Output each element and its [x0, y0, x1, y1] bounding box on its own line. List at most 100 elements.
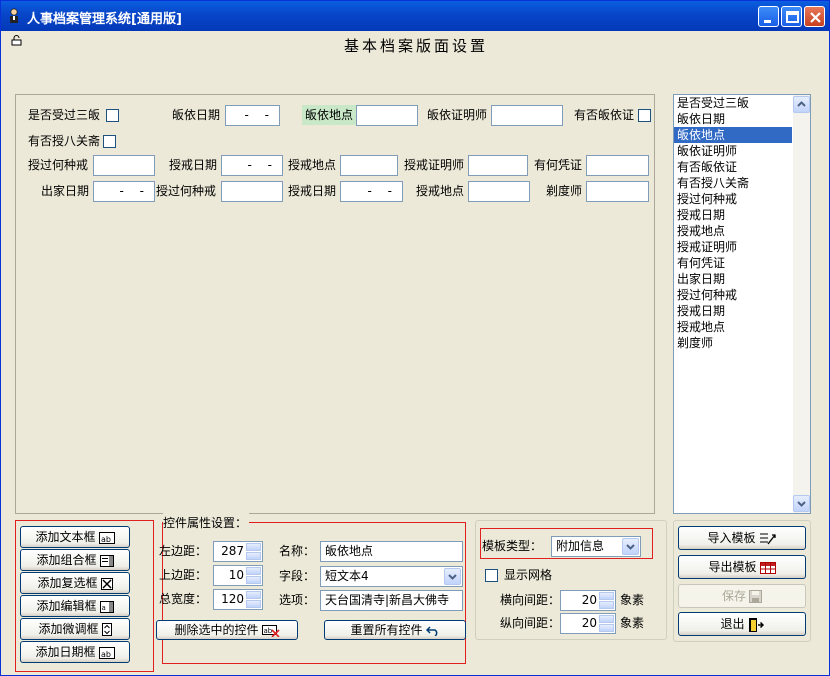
- show-grid-checkbox[interactable]: [485, 569, 498, 582]
- list-item[interactable]: 有何凭证: [674, 255, 792, 271]
- v-spacing-stepper[interactable]: 20: [560, 613, 616, 634]
- label-shou-place[interactable]: 授戒地点: [288, 155, 336, 175]
- save-button[interactable]: 保存: [678, 584, 806, 608]
- checkbox-baguan[interactable]: [103, 135, 116, 148]
- textbox-guiyi-witness[interactable]: [491, 105, 563, 126]
- label-chujia-date[interactable]: 出家日期: [41, 181, 89, 201]
- title-bar[interactable]: 人事档案管理系统[通用版]: [1, 1, 829, 31]
- list-item[interactable]: 授戒地点: [674, 223, 792, 239]
- h-spacing-stepper[interactable]: 20: [560, 590, 616, 611]
- list-item[interactable]: 是否受过三皈: [674, 95, 792, 111]
- left-margin-spin[interactable]: [246, 543, 261, 560]
- label-shou-which-2[interactable]: 授过何种戒: [156, 181, 216, 201]
- spin-down-icon[interactable]: [246, 552, 261, 560]
- label-shou-date-2[interactable]: 授戒日期: [288, 181, 336, 201]
- textbox-voucher[interactable]: [586, 155, 649, 176]
- top-margin-stepper[interactable]: 10: [213, 565, 263, 586]
- list-item[interactable]: 授过何种戒: [674, 287, 792, 303]
- add-spin-button[interactable]: 添加微调框: [20, 618, 130, 640]
- total-width-spin[interactable]: [246, 591, 261, 608]
- left-margin-stepper[interactable]: 287: [213, 541, 263, 562]
- minimize-button[interactable]: [758, 6, 779, 27]
- total-width-stepper[interactable]: 120: [213, 589, 263, 610]
- template-type-dropdown[interactable]: [622, 538, 639, 555]
- spin-up-icon[interactable]: [246, 567, 261, 575]
- add-textbox-button[interactable]: 添加文本框 ab: [20, 526, 130, 548]
- reset-all-button[interactable]: 重置所有控件: [324, 620, 466, 640]
- list-item[interactable]: 授戒证明师: [674, 239, 792, 255]
- list-item[interactable]: 授过何种戒: [674, 191, 792, 207]
- name-input[interactable]: 皈依地点: [320, 541, 463, 562]
- spin-up-icon[interactable]: [599, 615, 614, 623]
- field-listbox[interactable]: 是否受过三皈 皈依日期 皈依地点 皈依证明师 有否皈依证 有否授八关斋 授过何种…: [673, 94, 811, 514]
- label-has-guiyi-cert[interactable]: 有否皈依证: [574, 105, 634, 125]
- label-guiyi-date[interactable]: 皈依日期: [172, 105, 220, 125]
- list-item[interactable]: 皈依日期: [674, 111, 792, 127]
- textbox-shou-place[interactable]: [340, 155, 398, 176]
- label-shou-which[interactable]: 授过何种戒: [28, 155, 88, 175]
- import-template-button[interactable]: 导入模板: [678, 526, 806, 550]
- add-datebox-button[interactable]: 添加日期框 ab: [20, 641, 130, 663]
- checkbox-guiyi-cert[interactable]: [638, 109, 651, 122]
- label-guiyi-witness[interactable]: 皈依证明师: [427, 105, 487, 125]
- export-template-button[interactable]: 导出模板: [678, 555, 806, 579]
- textbox-shou-witness[interactable]: [468, 155, 528, 176]
- scroll-down-button[interactable]: [793, 495, 810, 512]
- checkbox-sanfei[interactable]: [106, 109, 119, 122]
- spin-down-icon[interactable]: [246, 600, 261, 608]
- save-label: 保存: [721, 589, 746, 603]
- label-sanfei[interactable]: 是否受过三皈: [28, 105, 100, 125]
- field-select-dropdown[interactable]: [444, 568, 461, 585]
- template-type-select[interactable]: 附加信息: [551, 536, 641, 557]
- spin-down-icon[interactable]: [599, 624, 614, 632]
- spin-up-icon[interactable]: [599, 592, 614, 600]
- scroll-up-button[interactable]: [793, 96, 810, 113]
- field-select[interactable]: 短文本4: [320, 566, 463, 587]
- label-tidu[interactable]: 剃度师: [546, 181, 582, 201]
- label-baguan[interactable]: 有否授八关斋: [28, 131, 100, 151]
- textbox-tidu[interactable]: [586, 181, 649, 202]
- list-item[interactable]: 皈依证明师: [674, 143, 792, 159]
- label-shou-place-2[interactable]: 授戒地点: [416, 181, 464, 201]
- spin-down-icon[interactable]: [599, 601, 614, 609]
- label-shou-date[interactable]: 授戒日期: [169, 155, 217, 175]
- option-input[interactable]: 天台国清寺|新昌大佛寺: [320, 590, 463, 611]
- exit-button[interactable]: 退出: [678, 612, 806, 636]
- spin-down-icon[interactable]: [246, 576, 261, 584]
- label-shou-witness[interactable]: 授戒证明师: [404, 155, 464, 175]
- add-combo-button[interactable]: 添加组合框: [20, 549, 130, 571]
- page-title: 基本档案版面设置: [343, 37, 488, 55]
- list-scrollbar[interactable]: [793, 95, 810, 513]
- add-editbox-button[interactable]: 添加编辑框 a: [20, 595, 130, 617]
- list-item[interactable]: 出家日期: [674, 271, 792, 287]
- date-shou[interactable]: - -: [221, 155, 283, 176]
- list-item[interactable]: 剃度师: [674, 335, 792, 351]
- list-item[interactable]: 授戒日期: [674, 207, 792, 223]
- label-voucher[interactable]: 有何凭证: [534, 155, 582, 175]
- date-shou-2[interactable]: - -: [340, 181, 403, 202]
- add-checkbox-button[interactable]: 添加复选框: [20, 572, 130, 594]
- add-datebox-label: 添加日期框: [35, 645, 96, 659]
- maximize-button[interactable]: [781, 6, 802, 27]
- h-spacing-spin[interactable]: [599, 592, 614, 609]
- textbox-shou-which[interactable]: [93, 155, 155, 176]
- textbox-shou-which-2[interactable]: [221, 181, 283, 202]
- design-canvas[interactable]: 是否受过三皈 皈依日期 - - 皈依地点 皈依证明师 有否皈依证 有否授八关斋 …: [15, 94, 655, 514]
- date-guiyi[interactable]: - -: [225, 105, 280, 126]
- list-item[interactable]: 授戒日期: [674, 303, 792, 319]
- list-item[interactable]: 有否皈依证: [674, 159, 792, 175]
- field-label: 字段：: [279, 569, 316, 583]
- v-spacing-spin[interactable]: [599, 615, 614, 632]
- spin-up-icon[interactable]: [246, 543, 261, 551]
- top-margin-spin[interactable]: [246, 567, 261, 584]
- close-button[interactable]: [804, 6, 825, 27]
- textbox-guiyi-place[interactable]: [356, 105, 418, 126]
- label-guiyi-place-selected[interactable]: 皈依地点: [302, 105, 357, 125]
- list-item[interactable]: 授戒地点: [674, 319, 792, 335]
- list-item-selected[interactable]: 皈依地点: [674, 127, 792, 143]
- textbox-shou-place-2[interactable]: [468, 181, 530, 202]
- spin-up-icon[interactable]: [246, 591, 261, 599]
- delete-selected-button[interactable]: 删除选中的控件 ab: [156, 620, 298, 640]
- date-chujia[interactable]: - -: [93, 181, 155, 202]
- list-item[interactable]: 有否授八关斋: [674, 175, 792, 191]
